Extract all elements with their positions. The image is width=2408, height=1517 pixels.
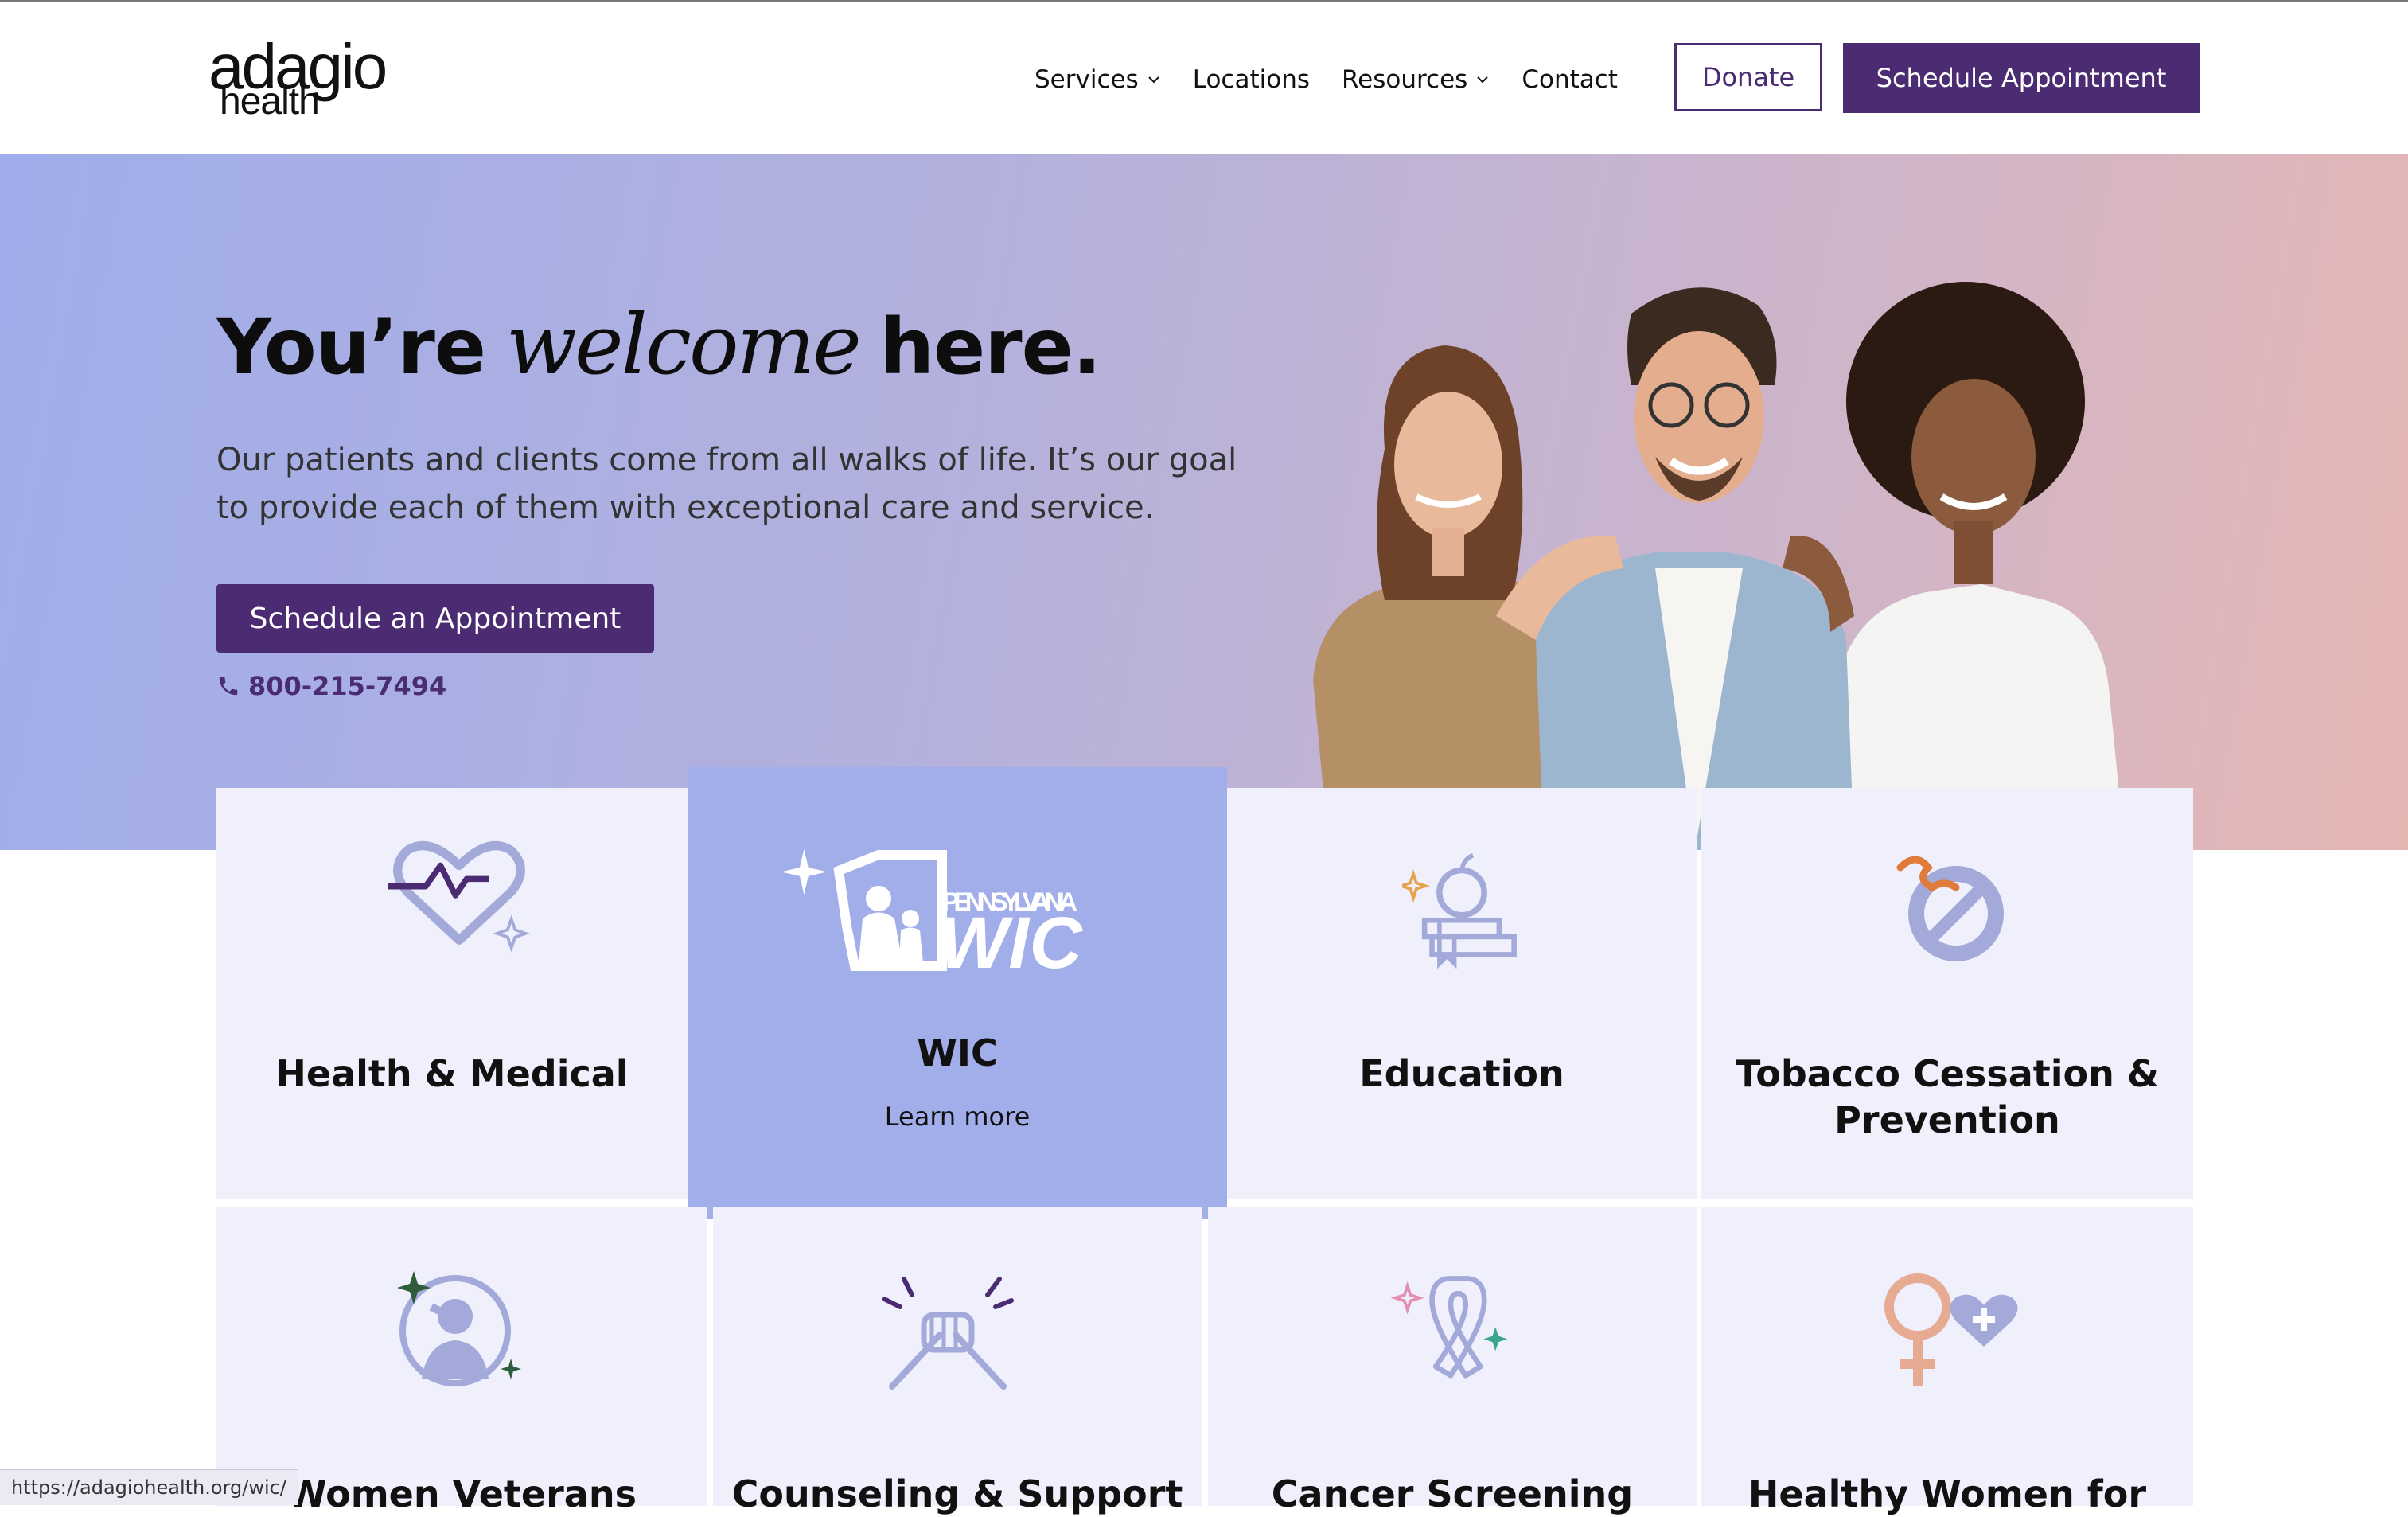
service-card-title: Counseling & Support: [731, 1472, 1183, 1515]
nav-services-label: Services: [1035, 65, 1139, 94]
service-card-title: Health & Medical: [275, 1052, 629, 1095]
logo-word-health: health: [220, 80, 320, 123]
service-card-cancer-screening[interactable]: Cancer Screening: [1208, 1207, 1697, 1515]
wic-logo-mark: WIC: [939, 903, 1084, 984]
nav-resources-label: Resources: [1342, 65, 1468, 94]
service-card-women-veterans[interactable]: Women Veterans: [216, 1207, 707, 1515]
person-right: [1838, 282, 2125, 850]
nav-locations-label: Locations: [1192, 65, 1310, 94]
nav-resources[interactable]: Resources: [1342, 65, 1490, 94]
no-smoking-icon: [1896, 856, 2004, 961]
hero-title-end: here.: [879, 302, 1101, 392]
nav-locations[interactable]: Locations: [1193, 65, 1310, 94]
saluting-veteran-icon: [397, 1271, 521, 1386]
service-card-wic[interactable]: PENNSYLVANIA WIC WIC Learn more: [688, 767, 1227, 1219]
schedule-appointment-button[interactable]: Schedule Appointment: [1843, 43, 2200, 113]
nav-contact-label: Contact: [1522, 65, 1618, 94]
pennsylvania-wic-logo: PENNSYLVANIA WIC: [783, 848, 1084, 984]
apple-books-icon: [1402, 853, 1517, 969]
main-nav: Services Locations Resources Contact: [1035, 60, 1650, 99]
service-card-health-medical[interactable]: Health & Medical: [216, 788, 688, 1199]
service-card-counseling[interactable]: Counseling & Support: [713, 1207, 1202, 1515]
phone-number: 800-215-7494: [248, 671, 447, 701]
service-card-tobacco[interactable]: Tobacco Cessation & Prevention: [1701, 788, 2193, 1199]
hero-title-start: You’re: [216, 302, 486, 392]
phone-link[interactable]: 800-215-7494: [216, 669, 446, 704]
heart-pulse-icon: [388, 840, 531, 953]
schedule-an-appointment-button[interactable]: Schedule an Appointment: [216, 584, 654, 653]
chevron-down-icon: [1148, 76, 1159, 84]
hero-section: You’re welcome here. Our patients and cl…: [0, 154, 2408, 850]
hero-people-photo: [1313, 282, 2125, 850]
service-card-title: Cancer Screening: [1271, 1472, 1634, 1515]
adagio-health-logo[interactable]: adagio health: [208, 35, 399, 124]
service-card-title: Tobacco Cessation & Prevention: [1736, 1052, 2159, 1141]
service-card-education[interactable]: Education: [1227, 788, 1697, 1199]
service-card-title: Education: [1359, 1052, 1564, 1095]
site-header: adagio health Services Locations Resourc…: [0, 2, 2408, 154]
hero-title-script-word: welcome: [505, 296, 862, 393]
hero-description: Our patients and clients come from all w…: [216, 442, 1237, 526]
nav-services[interactable]: Services: [1035, 65, 1161, 94]
clasped-hands-icon: [882, 1277, 1014, 1390]
donate-button[interactable]: Donate: [1674, 43, 1822, 111]
chevron-down-icon: [1477, 76, 1489, 84]
person-middle: [1496, 287, 1854, 850]
awareness-ribbon-icon: [1391, 1276, 1508, 1379]
female-symbol-heart-icon: [1884, 1273, 2018, 1386]
service-card-healthy-women[interactable]: Healthy Women for: [1701, 1207, 2193, 1515]
hero-title: You’re welcome here.: [216, 296, 1101, 408]
learn-more-link[interactable]: Learn more: [688, 1102, 1227, 1132]
service-card-title: Healthy Women for: [1748, 1472, 2147, 1515]
phone-icon: [219, 677, 238, 696]
service-card-title: WIC: [917, 1031, 998, 1074]
nav-contact[interactable]: Contact: [1522, 65, 1618, 94]
status-bar-url: https://adagiohealth.org/wic/: [0, 1469, 298, 1505]
